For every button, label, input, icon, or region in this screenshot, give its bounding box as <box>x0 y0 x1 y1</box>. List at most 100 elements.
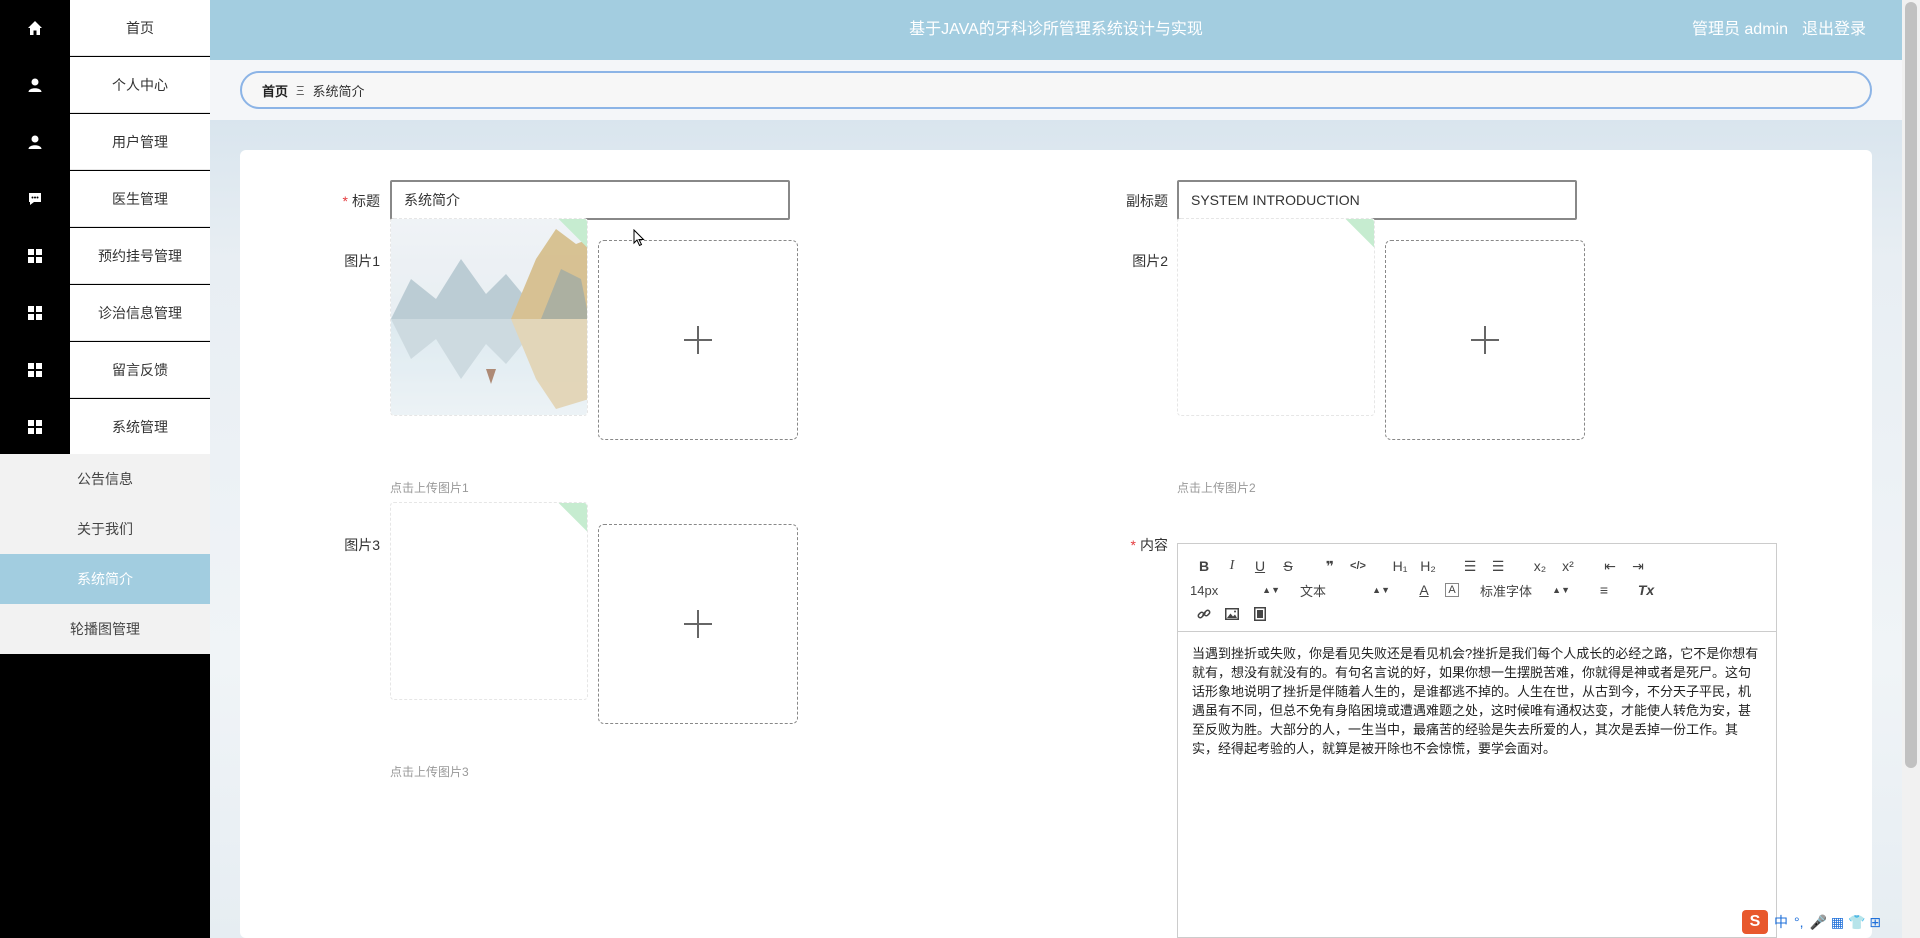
sidebar-item-label: 首页 <box>70 0 210 56</box>
blockquote-button[interactable]: ❞ <box>1316 556 1344 576</box>
sidebar-item-label: 用户管理 <box>70 114 210 170</box>
sidebar-item-home[interactable]: 首页 <box>0 0 210 56</box>
upload-success-corner <box>1343 219 1374 250</box>
font-size-select[interactable]: 14px ▲▼ <box>1190 580 1286 600</box>
sogou-logo-icon[interactable]: S <box>1742 910 1768 934</box>
editor-content[interactable]: 当遇到挫折或失败，你是看见失败还是看见机会?挫折是我们每个人成长的必经之路，它不… <box>1178 632 1776 770</box>
sidebar-item-appointments[interactable]: 预约挂号管理 <box>0 228 210 284</box>
pic3-thumbnail[interactable] <box>390 502 588 700</box>
header2-button[interactable]: H₂ <box>1414 556 1442 576</box>
font-color-button[interactable]: A <box>1410 580 1438 600</box>
font-family-select[interactable]: 标准字体 ▲▼ <box>1480 580 1576 600</box>
user-icon <box>0 114 70 170</box>
pic3-label: 图片3 <box>344 537 380 553</box>
outdent-button[interactable]: ⇤ <box>1596 556 1624 576</box>
subtitle-label: 副标题 <box>1126 193 1168 209</box>
submenu-item-notice[interactable]: 公告信息 <box>0 454 210 504</box>
align-button[interactable]: ≡ <box>1590 580 1618 600</box>
grid-icon <box>0 399 70 455</box>
link-icon[interactable] <box>1190 604 1218 624</box>
ordered-list-button[interactable]: ☰ <box>1456 556 1484 576</box>
subtitle-input[interactable] <box>1177 180 1577 220</box>
ime-punctuation[interactable]: °, <box>1794 914 1804 930</box>
ime-tools[interactable]: 🎤 ▦ 👕 ⊞ <box>1810 914 1882 931</box>
italic-button[interactable]: I <box>1218 556 1246 576</box>
plus-icon <box>1471 326 1499 354</box>
sidebar-item-label: 诊治信息管理 <box>70 285 210 341</box>
toolbar-row-1: B I U S ❞ </> H₁ H₂ ☰ ☰ x₂ x² ⇤ ⇥ <box>1190 556 1652 576</box>
underline-button[interactable]: U <box>1246 556 1274 576</box>
sidebar-item-profile[interactable]: 个人中心 <box>0 57 210 113</box>
plus-icon <box>684 326 712 354</box>
pic1-upload-tip: 点击上传图片1 <box>390 481 469 495</box>
scrollbar-thumb[interactable] <box>1905 2 1917 768</box>
sidebar-item-users[interactable]: 用户管理 <box>0 114 210 170</box>
content-label: * 内容 <box>1130 537 1168 553</box>
sidebar: 首页 个人中心 用户管理 医生管理 预约挂号管理 诊治信息管理 留言反馈 系统管… <box>0 0 210 938</box>
breadcrumb-home[interactable]: 首页 <box>262 81 288 100</box>
pic3-upload-tip: 点击上传图片3 <box>390 765 469 779</box>
background-color-button[interactable]: A <box>1445 583 1459 597</box>
breadcrumb-current: 系统简介 <box>312 83 365 99</box>
plus-icon <box>684 610 712 638</box>
submenu-item-carousel[interactable]: 轮播图管理 <box>0 604 210 654</box>
app-title: 基于JAVA的牙科诊所管理系统设计与实现 <box>909 21 1203 38</box>
editor-toolbar: B I U S ❞ </> H₁ H₂ ☰ ☰ x₂ x² ⇤ ⇥ 14px ▲▼… <box>1178 544 1776 632</box>
sidebar-item-label: 预约挂号管理 <box>70 228 210 284</box>
grid-icon <box>0 228 70 284</box>
ime-language[interactable]: 中 <box>1774 912 1788 932</box>
bold-button[interactable]: B <box>1190 556 1218 576</box>
logout-link[interactable]: 退出登录 <box>1802 21 1866 38</box>
select-arrow-icon: ▲▼ <box>1262 585 1280 595</box>
breadcrumb: 首页 Ξ 系统简介 <box>240 71 1872 109</box>
subscript-button[interactable]: x₂ <box>1526 556 1554 576</box>
header1-button[interactable]: H₁ <box>1386 556 1414 576</box>
indent-button[interactable]: ⇥ <box>1624 556 1652 576</box>
toolbar-row-2: 14px ▲▼ 文本 ▲▼ A A 标准字体 ▲▼ ≡ Tx <box>1190 580 1660 600</box>
pic1-upload-button[interactable] <box>598 240 798 440</box>
sidebar-item-diagnosis[interactable]: 诊治信息管理 <box>0 285 210 341</box>
sidebar-item-system[interactable]: 系统管理 <box>0 399 210 455</box>
pic2-upload-tip: 点击上传图片2 <box>1177 481 1256 495</box>
select-arrow-icon: ▲▼ <box>1552 585 1570 595</box>
grid-icon <box>0 342 70 398</box>
sidebar-item-doctors[interactable]: 医生管理 <box>0 171 210 227</box>
chat-icon <box>0 171 70 227</box>
strike-button[interactable]: S <box>1274 556 1302 576</box>
title-input[interactable] <box>390 180 790 220</box>
rich-text-editor: B I U S ❞ </> H₁ H₂ ☰ ☰ x₂ x² ⇤ ⇥ 14px ▲▼… <box>1177 543 1777 938</box>
top-header: 基于JAVA的牙科诊所管理系统设计与实现 管理员 admin 退出登录 <box>210 0 1902 60</box>
breadcrumb-separator: Ξ <box>296 82 305 98</box>
pic2-label: 图片2 <box>1132 253 1168 269</box>
sidebar-item-label: 留言反馈 <box>70 342 210 398</box>
system-submenu: 公告信息 关于我们 系统简介 轮播图管理 <box>0 454 210 654</box>
toolbar-row-3 <box>1190 604 1274 624</box>
video-icon[interactable] <box>1246 604 1274 624</box>
home-icon <box>0 0 70 56</box>
grid-icon <box>0 285 70 341</box>
upload-success-corner <box>556 503 587 534</box>
submenu-item-intro[interactable]: 系统简介 <box>0 554 210 604</box>
page-scrollbar[interactable] <box>1902 0 1920 938</box>
sidebar-item-feedback[interactable]: 留言反馈 <box>0 342 210 398</box>
bullet-list-button[interactable]: ☰ <box>1484 556 1512 576</box>
mouse-cursor-icon <box>633 229 645 247</box>
submenu-item-about[interactable]: 关于我们 <box>0 504 210 554</box>
clean-format-button[interactable]: Tx <box>1632 580 1660 600</box>
image-icon[interactable] <box>1218 604 1246 624</box>
landscape-image <box>391 219 587 415</box>
pic1-thumbnail[interactable] <box>390 218 588 416</box>
header-user-area: 管理员 admin 退出登录 <box>1678 0 1866 60</box>
ime-toolbar: S 中 °, 🎤 ▦ 👕 ⊞ <box>1742 908 1902 936</box>
superscript-button[interactable]: x² <box>1554 556 1582 576</box>
pic2-upload-button[interactable] <box>1385 240 1585 440</box>
title-label: * 标题 <box>342 193 380 209</box>
code-block-button[interactable]: </> <box>1344 556 1372 576</box>
select-arrow-icon: ▲▼ <box>1372 585 1390 595</box>
pic1-label: 图片1 <box>344 253 380 269</box>
sidebar-item-label: 医生管理 <box>70 171 210 227</box>
text-type-select[interactable]: 文本 ▲▼ <box>1300 580 1396 600</box>
sidebar-item-label: 个人中心 <box>70 57 210 113</box>
pic2-thumbnail[interactable] <box>1177 218 1375 416</box>
pic3-upload-button[interactable] <box>598 524 798 724</box>
